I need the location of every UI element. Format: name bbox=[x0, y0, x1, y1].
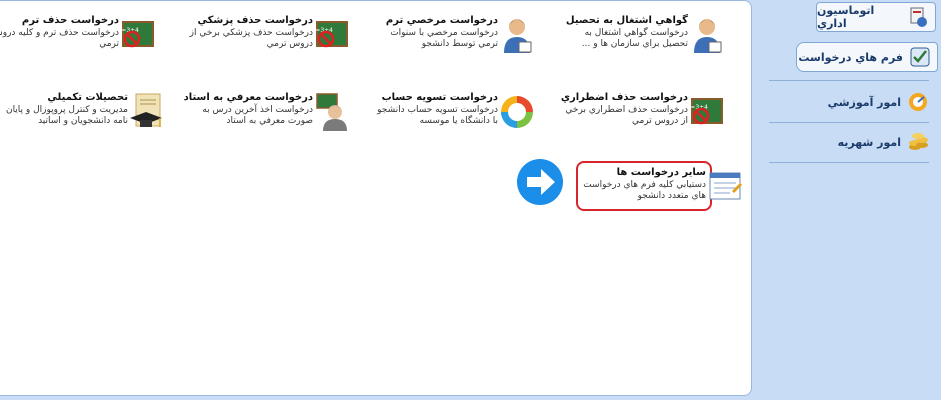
sidebar: اتوماسيون اداري فرم هاي درخواست امور آمو… bbox=[752, 0, 941, 400]
automation-icon bbox=[907, 6, 929, 28]
sidebar-divider bbox=[769, 80, 929, 81]
form-document-icon bbox=[708, 167, 742, 207]
tile-description: مديريت و كنترل پروپوزال و پايان نامه دان… bbox=[5, 105, 128, 126]
sidebar-item-education[interactable]: امور آموزشي bbox=[769, 84, 929, 120]
tile-description: درخواست حذف پزشكي برخي از دروس ترمي bbox=[189, 28, 313, 49]
blackboard-no-icon: 3+4=7 bbox=[686, 92, 724, 132]
tile-semester-withdrawal[interactable]: 3+4=7 درخواست حذف ترم درخواست حذف ترم و … bbox=[0, 15, 154, 75]
tile-description: درخواست مرخصي با سنوات ترمي توسط دانشجو bbox=[390, 28, 498, 49]
sidebar-item-office-automation[interactable]: اتوماسيون اداري bbox=[816, 2, 936, 32]
teacher-icon bbox=[315, 92, 349, 132]
graduation-cap-icon bbox=[130, 92, 164, 132]
tile-description: درخواست تسويه حساب دانشجو با دانشگاه يا … bbox=[377, 105, 498, 126]
blackboard-no-icon: 3+4=7 bbox=[117, 15, 155, 55]
tile-description: دستيابي كليه فرم هاي درخواست هاي متعدد د… bbox=[583, 180, 706, 201]
tile-title: گواهي اشتغال به تحصيل bbox=[565, 15, 688, 26]
student-person-icon bbox=[500, 15, 534, 55]
blackboard-no-icon: 3+4=7 bbox=[311, 15, 349, 55]
tile-title: تحصيلات تكميلي bbox=[47, 92, 128, 103]
tile-title: درخواست حذف اضطراري bbox=[560, 92, 688, 103]
sidebar-item-tuition[interactable]: امور شهريه bbox=[769, 124, 929, 160]
sidebar-item-label: فرم هاي درخواست bbox=[798, 50, 903, 64]
main-panel: گواهي اشتغال به تحصيل درخواست گواهي اشتغ… bbox=[0, 0, 752, 396]
cycle-arrows-icon bbox=[500, 92, 534, 132]
sidebar-divider bbox=[769, 122, 929, 123]
sidebar-item-label: امور شهريه bbox=[837, 135, 901, 149]
tile-title: درخواست حذف پزشكي bbox=[197, 15, 313, 26]
checkbox-form-icon bbox=[909, 46, 931, 68]
tile-title: درخواست حذف ترم bbox=[21, 15, 119, 26]
sidebar-divider bbox=[769, 162, 929, 163]
arrow-right-icon bbox=[527, 169, 555, 195]
tile-description: درخواست اخذ آخرين درس به صورت معرفي به ا… bbox=[202, 105, 313, 126]
tile-description: درخواست گواهي اشتغال به تحصيل براي سازما… bbox=[581, 28, 688, 49]
tile-description: درخواست حذف ترم و كليه دروس ترمي bbox=[0, 28, 119, 49]
sidebar-item-label: اتوماسيون اداري bbox=[817, 4, 875, 30]
tile-postgraduate[interactable]: تحصيلات تكميلي مديريت و كنترل پروپوزال و… bbox=[0, 92, 162, 152]
tile-description: درخواست حذف اضطراري برخي از دروس ترمي bbox=[565, 105, 688, 126]
forward-arrow-button[interactable] bbox=[517, 159, 563, 205]
student-person-icon bbox=[690, 15, 724, 55]
sidebar-item-label: امور آموزشي bbox=[827, 95, 901, 109]
coins-icon bbox=[907, 131, 929, 153]
sidebar-item-request-forms[interactable]: فرم هاي درخواست bbox=[796, 42, 938, 72]
education-icon bbox=[907, 91, 929, 113]
